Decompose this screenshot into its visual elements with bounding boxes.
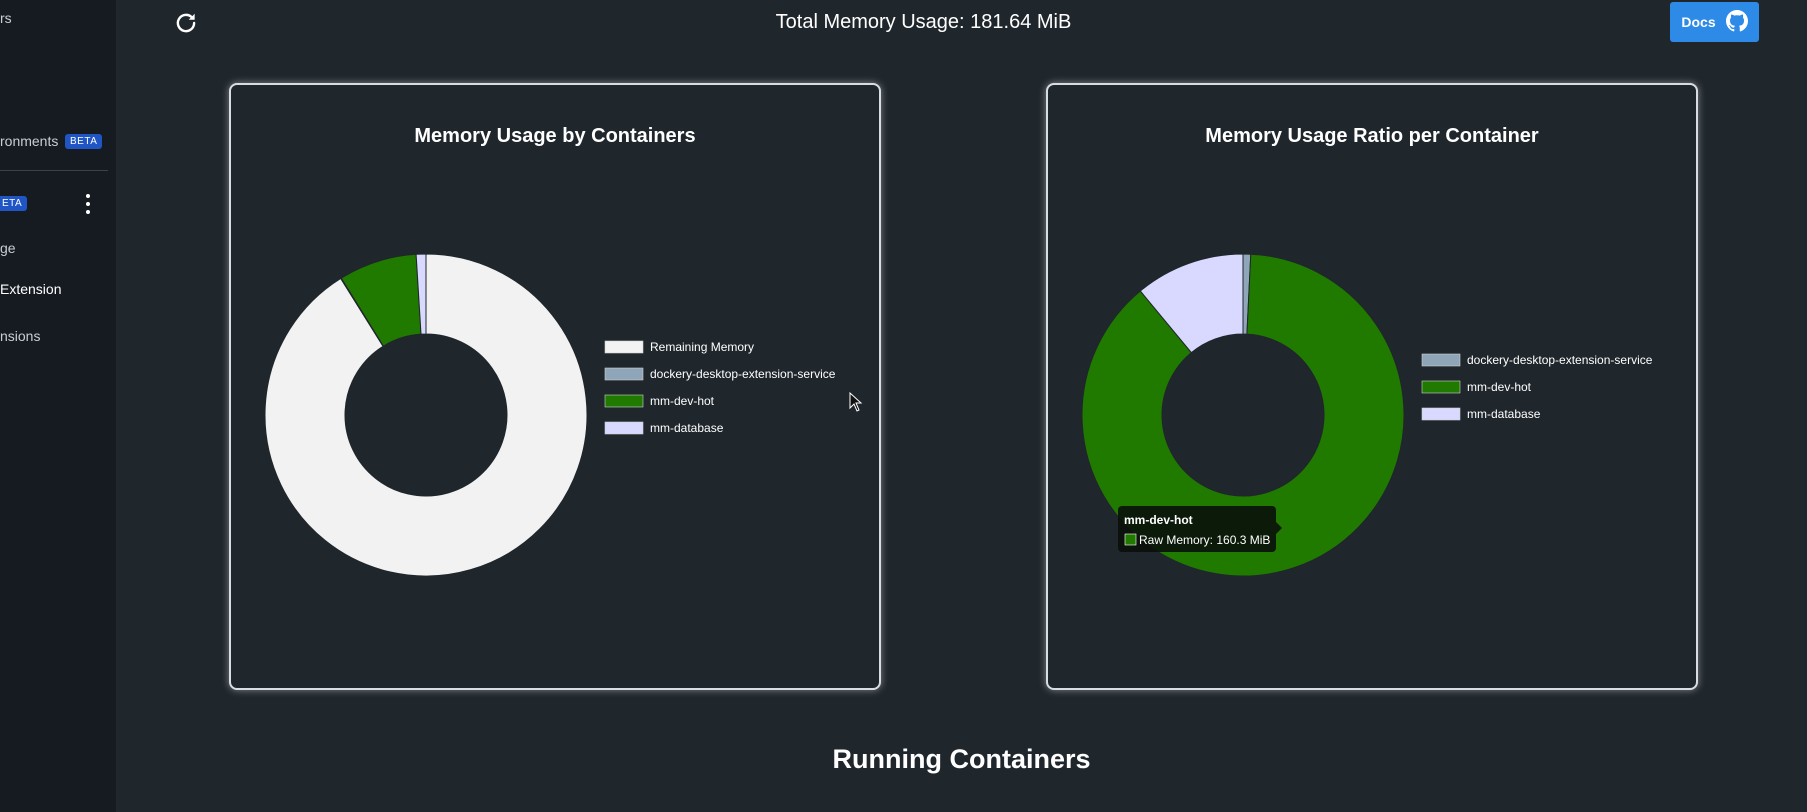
total-memory-usage: Total Memory Usage: 181.64 MiB xyxy=(0,11,1807,34)
sidebar-item-environments[interactable]: ronments xyxy=(0,133,58,149)
memory-usage-donut-chart: Remaining Memory dockery-desktop-extensio… xyxy=(264,253,836,577)
legend-swatch xyxy=(604,340,644,354)
more-options-icon[interactable] xyxy=(84,194,92,214)
legend-item-dockery-desktop-extension-service[interactable]: dockery-desktop-extension-service xyxy=(650,367,836,381)
running-containers-title: Running Containers xyxy=(832,744,1091,774)
legend-item-mm-database[interactable]: mm-database xyxy=(1467,407,1541,421)
legend-swatch xyxy=(1421,407,1461,421)
docs-label: Docs xyxy=(1681,14,1716,30)
github-icon xyxy=(1725,9,1748,35)
tooltip-label: Raw Memory: 160.3 MiB xyxy=(1139,533,1270,547)
legend-item-dockery-desktop-extension-service[interactable]: dockery-desktop-extension-service xyxy=(1467,353,1653,367)
sidebar: rs ronments BETA ETA ge Extension nsions xyxy=(0,0,116,812)
legend-swatch xyxy=(1421,380,1461,394)
sidebar-item-extension[interactable]: Extension xyxy=(0,281,61,297)
legend-item-mm-database[interactable]: mm-database xyxy=(650,421,724,435)
chart-tooltip: mm-dev-hot Raw Memory: 160.3 MiB xyxy=(1118,506,1282,552)
legend-item-mm-dev-hot[interactable]: mm-dev-hot xyxy=(1467,380,1532,394)
sidebar-divider xyxy=(0,170,108,171)
tooltip-title: mm-dev-hot xyxy=(1124,513,1193,527)
total-memory-label: Total Memory Usage: 181.64 MiB xyxy=(775,11,1072,33)
running-containers-heading: Running Containers xyxy=(0,744,1807,775)
memory-ratio-donut-chart: dockery-desktop-extension-service mm-dev-… xyxy=(1081,253,1653,577)
tooltip-swatch xyxy=(1124,533,1137,546)
legend-item-mm-dev-hot[interactable]: mm-dev-hot xyxy=(650,394,715,408)
legend-swatch xyxy=(604,367,644,381)
beta-badge: ETA xyxy=(0,196,28,211)
sidebar-item-usage[interactable]: ge xyxy=(0,240,16,256)
legend-swatch xyxy=(1421,353,1461,367)
legend-swatch xyxy=(604,421,644,435)
sidebar-item-extensions[interactable]: nsions xyxy=(0,328,40,344)
legend-item-remaining-memory[interactable]: Remaining Memory xyxy=(650,340,754,354)
memory-by-containers-card: Memory Usage by Containers Remaining Mem… xyxy=(229,83,881,690)
docs-button[interactable]: Docs xyxy=(1670,2,1759,42)
legend-swatch xyxy=(604,394,644,408)
mouse-cursor-icon xyxy=(849,392,863,412)
beta-badge: BETA xyxy=(65,134,103,149)
memory-ratio-card: Memory Usage Ratio per Container dockery… xyxy=(1046,83,1698,690)
